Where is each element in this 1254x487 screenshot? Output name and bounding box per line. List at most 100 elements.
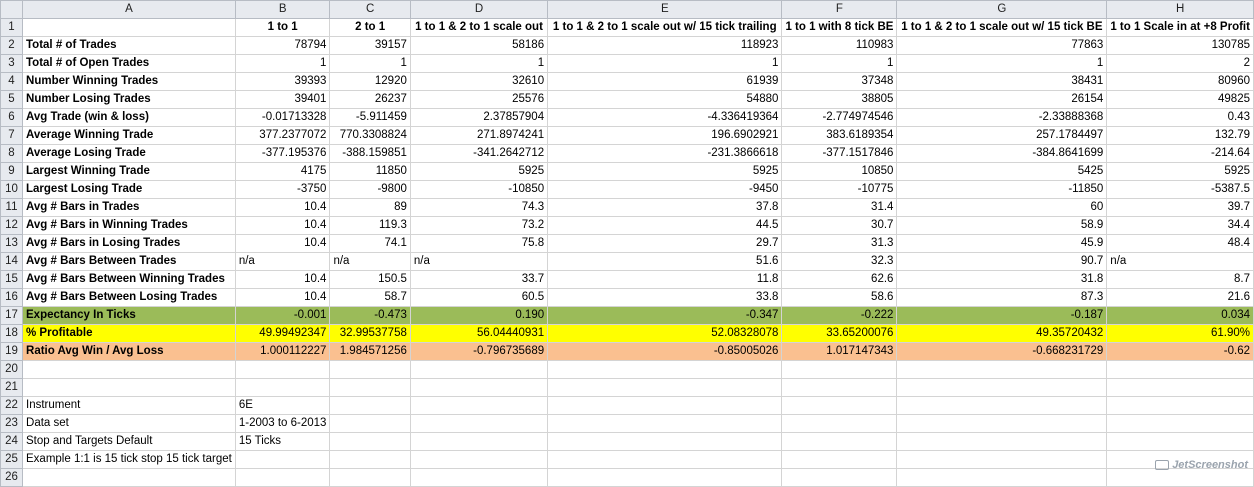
- cell[interactable]: 12920: [329, 72, 411, 91]
- cell[interactable]: -377.195376: [234, 144, 331, 163]
- cell[interactable]: -9800: [329, 180, 411, 199]
- cell[interactable]: [547, 468, 783, 487]
- cell[interactable]: 110983: [781, 36, 898, 55]
- cell[interactable]: 1: [329, 54, 411, 73]
- cell[interactable]: 11.8: [547, 270, 783, 289]
- row-header[interactable]: 9: [0, 162, 24, 181]
- cell[interactable]: [22, 18, 236, 37]
- cell[interactable]: 10.4: [234, 198, 331, 217]
- cell[interactable]: 383.6189354: [781, 126, 898, 145]
- cell[interactable]: [329, 414, 411, 433]
- cell[interactable]: [896, 432, 1108, 451]
- cell[interactable]: [409, 360, 549, 379]
- row-label-cell[interactable]: Largest Winning Trade: [22, 162, 236, 181]
- cell[interactable]: [781, 396, 898, 415]
- cell[interactable]: -377.1517846: [781, 144, 898, 163]
- cell[interactable]: -0.85005026: [547, 342, 783, 361]
- cell[interactable]: [409, 468, 549, 487]
- cell[interactable]: [896, 378, 1108, 397]
- cell[interactable]: 75.8: [409, 234, 549, 253]
- cell[interactable]: [409, 450, 549, 469]
- cell[interactable]: 770.3308824: [329, 126, 411, 145]
- cell[interactable]: 1: [781, 54, 898, 73]
- column-header-d[interactable]: D: [409, 0, 549, 19]
- cell[interactable]: n/a: [329, 252, 411, 271]
- row-label-cell[interactable]: Ratio Avg Win / Avg Loss: [22, 342, 236, 361]
- select-all-corner[interactable]: [0, 0, 24, 19]
- cell[interactable]: 0.034: [1106, 306, 1254, 325]
- cell[interactable]: -231.3866618: [547, 144, 783, 163]
- cell[interactable]: 37348: [781, 72, 898, 91]
- cell[interactable]: -214.64: [1106, 144, 1254, 163]
- row-label-cell[interactable]: Number Winning Trades: [22, 72, 236, 91]
- cell[interactable]: -0.473: [329, 306, 411, 325]
- cell[interactable]: -0.187: [896, 306, 1108, 325]
- row-label-cell[interactable]: Example 1:1 is 15 tick stop 15 tick targ…: [22, 450, 236, 469]
- cell[interactable]: -5387.5: [1106, 180, 1254, 199]
- cell[interactable]: 34.4: [1106, 216, 1254, 235]
- cell[interactable]: [547, 414, 783, 433]
- cell[interactable]: 4175: [234, 162, 331, 181]
- cell[interactable]: 130785: [1106, 36, 1254, 55]
- cell[interactable]: -10775: [781, 180, 898, 199]
- cell[interactable]: -2.774974546: [781, 108, 898, 127]
- cell[interactable]: 132.79: [1106, 126, 1254, 145]
- strategy-header-cell[interactable]: 1 to 1 & 2 to 1 scale out w/ 15 tick BE: [896, 18, 1108, 37]
- cell[interactable]: 5925: [547, 162, 783, 181]
- cell[interactable]: 6E: [234, 396, 331, 415]
- cell[interactable]: 2.37857904: [409, 108, 549, 127]
- cell[interactable]: 58.6: [781, 288, 898, 307]
- cell[interactable]: 1: [547, 54, 783, 73]
- strategy-header-cell[interactable]: 1 to 1 Scale in at +8 Profit: [1106, 18, 1254, 37]
- cell[interactable]: 32.3: [781, 252, 898, 271]
- cell[interactable]: 58.9: [896, 216, 1108, 235]
- cell[interactable]: 1.984571256: [329, 342, 411, 361]
- cell[interactable]: -341.2642712: [409, 144, 549, 163]
- cell[interactable]: -388.159851: [329, 144, 411, 163]
- row-header[interactable]: 3: [0, 54, 24, 73]
- cell[interactable]: [781, 378, 898, 397]
- cell[interactable]: 38431: [896, 72, 1108, 91]
- cell[interactable]: 56.04440931: [409, 324, 549, 343]
- cell[interactable]: [329, 396, 411, 415]
- cell[interactable]: [234, 360, 331, 379]
- cell[interactable]: -2.33888368: [896, 108, 1108, 127]
- cell[interactable]: 74.3: [409, 198, 549, 217]
- cell[interactable]: [409, 378, 549, 397]
- row-label-cell[interactable]: Avg # Bars Between Losing Trades: [22, 288, 236, 307]
- cell[interactable]: 58.7: [329, 288, 411, 307]
- cell[interactable]: 10850: [781, 162, 898, 181]
- column-header-a[interactable]: A: [22, 0, 236, 19]
- cell[interactable]: n/a: [234, 252, 331, 271]
- cell[interactable]: 61939: [547, 72, 783, 91]
- cell[interactable]: 39157: [329, 36, 411, 55]
- cell[interactable]: 31.3: [781, 234, 898, 253]
- cell[interactable]: 58186: [409, 36, 549, 55]
- cell[interactable]: 25576: [409, 90, 549, 109]
- cell[interactable]: [781, 468, 898, 487]
- cell[interactable]: -10850: [409, 180, 549, 199]
- cell[interactable]: 8.7: [1106, 270, 1254, 289]
- cell[interactable]: 31.4: [781, 198, 898, 217]
- column-header-c[interactable]: C: [329, 0, 411, 19]
- cell[interactable]: 0.43: [1106, 108, 1254, 127]
- row-label-cell[interactable]: Avg # Bars in Winning Trades: [22, 216, 236, 235]
- cell[interactable]: 44.5: [547, 216, 783, 235]
- cell[interactable]: 119.3: [329, 216, 411, 235]
- cell[interactable]: 26237: [329, 90, 411, 109]
- row-label-cell[interactable]: Data set: [22, 414, 236, 433]
- cell[interactable]: 77863: [896, 36, 1108, 55]
- cell[interactable]: [896, 414, 1108, 433]
- cell[interactable]: [1106, 360, 1254, 379]
- cell[interactable]: 52.08328078: [547, 324, 783, 343]
- cell[interactable]: 26154: [896, 90, 1108, 109]
- cell[interactable]: [781, 414, 898, 433]
- row-label-cell[interactable]: Largest Losing Trade: [22, 180, 236, 199]
- row-header[interactable]: 17: [0, 306, 24, 325]
- cell[interactable]: -0.01713328: [234, 108, 331, 127]
- row-label-cell[interactable]: Avg # Bars in Losing Trades: [22, 234, 236, 253]
- cell[interactable]: -3750: [234, 180, 331, 199]
- strategy-header-cell[interactable]: 1 to 1 & 2 to 1 scale out: [409, 18, 549, 37]
- cell[interactable]: [1106, 414, 1254, 433]
- cell[interactable]: 60.5: [409, 288, 549, 307]
